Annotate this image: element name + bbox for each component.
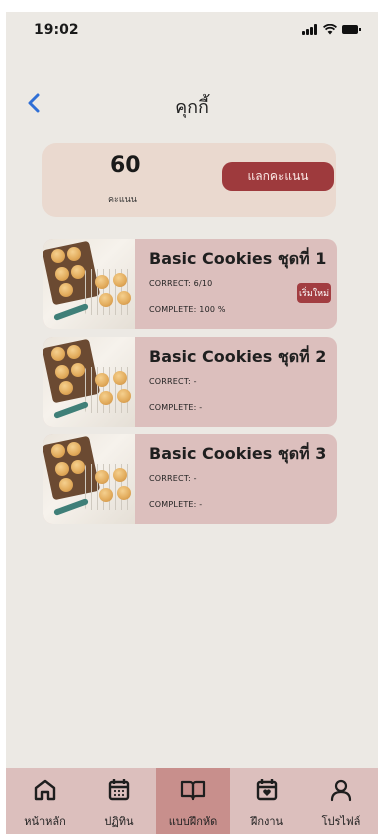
score-value: 60 <box>110 153 141 178</box>
nav-item-home[interactable]: หน้าหลัก <box>8 768 82 834</box>
score-unit: คะแนน <box>108 195 137 205</box>
exercise-set-card-1[interactable]: Basic Cookies ชุดที่ 1 CORRECT: 6/10 COM… <box>43 239 337 329</box>
redeem-points-button[interactable]: แลกคะแนน <box>222 162 334 191</box>
bottom-nav: หน้าหลัก ปฏิทิน แบบฝึกหัด ฝึกงาน โปรไฟล์ <box>6 768 378 834</box>
nav-label: ฝึกงาน <box>250 815 284 828</box>
signal-icon <box>302 24 318 35</box>
profile-icon <box>330 779 352 802</box>
calendar-icon <box>108 779 130 801</box>
correct-score: CORRECT: - <box>149 474 197 483</box>
set-title: Basic Cookies ชุดที่ 3 <box>149 444 327 463</box>
nav-label: แบบฝึกหัด <box>168 815 218 828</box>
nav-label: หน้าหลัก <box>24 815 66 828</box>
exercise-set-card-2[interactable]: Basic Cookies ชุดที่ 2 CORRECT: - COMPLE… <box>43 337 337 427</box>
score-card: 60 คะแนน แลกคะแนน <box>42 143 336 217</box>
calendar-heart-icon <box>256 779 278 801</box>
nav-label: ปฏิทิน <box>104 815 134 828</box>
phone-screen: 19:02 คุกกี้ 60 คะแนน แลกคะแนน Basic Coo… <box>6 12 378 834</box>
cookies-thumbnail-image <box>43 337 135 427</box>
home-icon <box>34 779 56 801</box>
battery-icon <box>342 25 361 34</box>
page-title: คุกกี้ <box>175 97 209 118</box>
nav-item-internship[interactable]: ฝึกงาน <box>230 768 304 834</box>
exercise-set-card-3[interactable]: Basic Cookies ชุดที่ 3 CORRECT: - COMPLE… <box>43 434 337 524</box>
header: คุกกี้ <box>6 84 378 124</box>
status-bar: 19:02 <box>6 12 378 48</box>
nav-item-exercises[interactable]: แบบฝึกหัด <box>156 768 230 834</box>
wifi-icon <box>323 24 337 35</box>
set-title: Basic Cookies ชุดที่ 1 <box>149 249 327 268</box>
complete-percent: COMPLETE: 100 % <box>149 305 226 314</box>
nav-item-calendar[interactable]: ปฏิทิน <box>82 768 156 834</box>
set-title: Basic Cookies ชุดที่ 2 <box>149 347 327 366</box>
nav-item-profile[interactable]: โปรไฟล์ <box>304 768 378 834</box>
correct-score: CORRECT: 6/10 <box>149 279 213 288</box>
restart-button[interactable]: เริ่มใหม่ <box>297 283 331 303</box>
cookies-thumbnail-image <box>43 239 135 329</box>
complete-percent: COMPLETE: - <box>149 403 203 412</box>
nav-label: โปรไฟล์ <box>321 815 361 828</box>
correct-score: CORRECT: - <box>149 377 197 386</box>
book-icon <box>180 780 206 801</box>
complete-percent: COMPLETE: - <box>149 500 203 509</box>
status-time: 19:02 <box>34 22 79 38</box>
cookies-thumbnail-image <box>43 434 135 524</box>
status-icons <box>302 24 361 35</box>
